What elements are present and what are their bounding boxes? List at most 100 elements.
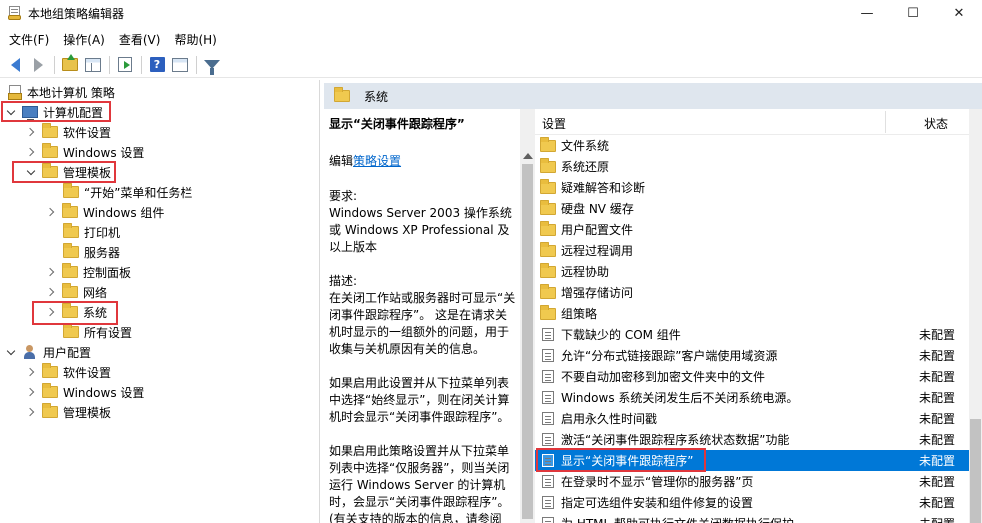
list-item-folder[interactable]: 远程过程调用: [535, 240, 969, 261]
scroll-up-arrow-icon[interactable]: [523, 153, 533, 159]
list-item-policy[interactable]: 为 HTML 帮助可执行文件关闭数据执行保护 未配置: [535, 513, 969, 523]
tree-item-label: 网络: [83, 285, 108, 300]
tree-item-root[interactable]: 本地计算机 策略: [6, 82, 115, 102]
navigation-tree: 本地计算机 策略 计算机配置 软件设置 Windows 设置 管理模板 “开始”…: [0, 80, 320, 523]
scrollbar-thumb[interactable]: [522, 164, 533, 519]
collapsed-chevron-icon[interactable]: [24, 125, 38, 139]
folder-icon: [42, 123, 58, 138]
list-item-folder[interactable]: 硬盘 NV 缓存: [535, 198, 969, 219]
policy-state: 未配置: [919, 349, 956, 363]
tree-item-label: Windows 设置: [63, 145, 145, 160]
menu-file[interactable]: 文件(F): [4, 31, 54, 48]
policy-name: 在登录时不显示“管理你的服务器”页: [561, 475, 754, 489]
collapsed-chevron-icon[interactable]: [24, 365, 38, 379]
collapsed-chevron-icon[interactable]: [24, 145, 38, 159]
list-item-folder[interactable]: 组策略: [535, 303, 969, 324]
expanded-chevron-icon[interactable]: [4, 345, 18, 359]
list-item-folder[interactable]: 用户配置文件: [535, 219, 969, 240]
policy-name: 下载缺少的 COM 组件: [561, 328, 681, 342]
list-item-folder[interactable]: 疑难解答和诊断: [535, 177, 969, 198]
show-hide-tree-button[interactable]: [82, 54, 104, 76]
list-item-folder[interactable]: 系统还原: [535, 156, 969, 177]
tree-item-control-panel[interactable]: 控制面板: [44, 262, 131, 282]
back-button[interactable]: [4, 54, 26, 76]
menu-view[interactable]: 查看(V): [114, 31, 166, 48]
policy-name: 为 HTML 帮助可执行文件关闭数据执行保护: [561, 515, 794, 523]
policy-setting-icon: [542, 349, 554, 362]
tree-item-uc-windows[interactable]: Windows 设置: [24, 382, 144, 402]
forward-arrow-icon: [33, 57, 43, 72]
list-item-policy[interactable]: 不要自动加密移到加密文件夹中的文件 未配置: [535, 366, 969, 387]
policy-root-icon: [8, 85, 22, 100]
list-item-policy[interactable]: 允许“分布式链接跟踪”客户端使用域资源 未配置: [535, 345, 969, 366]
edit-policy-link[interactable]: 策略设置: [353, 154, 401, 168]
tree-item-cc-windows[interactable]: Windows 设置: [24, 142, 144, 162]
description-scrollbar[interactable]: [520, 109, 535, 523]
list-item-policy[interactable]: 下载缺少的 COM 组件 未配置: [535, 324, 969, 345]
collapsed-chevron-icon[interactable]: [44, 265, 58, 279]
tree-item-network[interactable]: 网络: [44, 282, 107, 302]
list-item-policy[interactable]: 启用永久性时间戳 未配置: [535, 408, 969, 429]
highlight-box-computer-config: [1, 101, 111, 122]
policy-setting-icon: [542, 412, 554, 425]
folder-icon: [334, 87, 350, 102]
column-header-state[interactable]: 状态: [924, 115, 948, 132]
tree-item-windows-components[interactable]: Windows 组件: [44, 202, 164, 222]
list-item-label: 用户配置文件: [561, 223, 634, 237]
help-button[interactable]: ?: [146, 54, 168, 76]
properties-button[interactable]: [169, 54, 191, 76]
user-icon: [22, 345, 38, 359]
collapsed-chevron-icon[interactable]: [44, 205, 58, 219]
list-item-folder[interactable]: 文件系统: [535, 135, 969, 156]
list-item-folder[interactable]: 增强存储访问: [535, 282, 969, 303]
filter-button[interactable]: [201, 54, 223, 76]
folder-icon: [540, 136, 556, 152]
list-item-policy[interactable]: Windows 系统关闭发生后不关闭系统电源。 未配置: [535, 387, 969, 408]
folder-icon: [62, 263, 78, 278]
tree-item-uc-admin-templates[interactable]: 管理模板: [24, 402, 111, 422]
scrollbar-thumb[interactable]: [970, 419, 981, 523]
column-header-setting[interactable]: 设置: [542, 115, 566, 132]
collapsed-chevron-icon[interactable]: [24, 385, 38, 399]
list-item-folder[interactable]: 远程协助: [535, 261, 969, 282]
tree-item-printers[interactable]: 打印机: [59, 222, 120, 242]
back-arrow-icon: [10, 57, 20, 72]
toolbar-separator: [54, 55, 55, 74]
export-list-button[interactable]: [114, 54, 136, 76]
tree-item-start-menu[interactable]: “开始”菜单和任务栏: [59, 182, 192, 202]
tree-item-server[interactable]: 服务器: [59, 242, 120, 262]
tree-item-cc-software[interactable]: 软件设置: [24, 122, 111, 142]
list-item-policy[interactable]: 激活“关闭事件跟踪程序系统状态数据”功能 未配置: [535, 429, 969, 450]
folder-icon: [62, 283, 78, 298]
toolbar-separator: [141, 55, 142, 74]
policy-setting-icon: [542, 370, 554, 383]
policy-name: Windows 系统关闭发生后不关闭系统电源。: [561, 391, 799, 405]
window-title: 本地组策略编辑器: [28, 6, 125, 21]
list-scrollbar[interactable]: [969, 109, 982, 523]
tree-item-label: 服务器: [84, 245, 121, 260]
show-hide-tree-icon: [85, 57, 101, 72]
tree-item-user-config[interactable]: 用户配置: [4, 342, 91, 362]
list-item-label: 系统还原: [561, 160, 610, 174]
help-icon: ?: [149, 57, 165, 72]
highlight-box-selected-policy: [536, 448, 706, 472]
policy-state: 未配置: [919, 370, 956, 384]
collapsed-chevron-icon[interactable]: [44, 285, 58, 299]
column-separator[interactable]: [885, 111, 886, 133]
collapsed-chevron-icon[interactable]: [24, 405, 38, 419]
list-item-policy[interactable]: 在登录时不显示“管理你的服务器”页 未配置: [535, 471, 969, 492]
forward-button[interactable]: [27, 54, 49, 76]
list-item-label: 文件系统: [561, 139, 610, 153]
tree-item-uc-software[interactable]: 软件设置: [24, 362, 111, 382]
menu-help[interactable]: 帮助(H): [169, 31, 221, 48]
minimize-button[interactable]: —: [844, 0, 890, 26]
menu-action[interactable]: 操作(A): [58, 31, 110, 48]
list-item-policy[interactable]: 指定可选组件安装和组件修复的设置 未配置: [535, 492, 969, 513]
close-button[interactable]: ✕: [936, 0, 982, 26]
folder-icon: [540, 241, 556, 257]
policy-state: 未配置: [919, 412, 956, 426]
maximize-button[interactable]: ☐: [890, 0, 936, 26]
up-one-level-button[interactable]: [59, 54, 81, 76]
tree-item-label: Windows 设置: [63, 385, 145, 400]
tree-item-all-settings[interactable]: 所有设置: [59, 322, 132, 342]
